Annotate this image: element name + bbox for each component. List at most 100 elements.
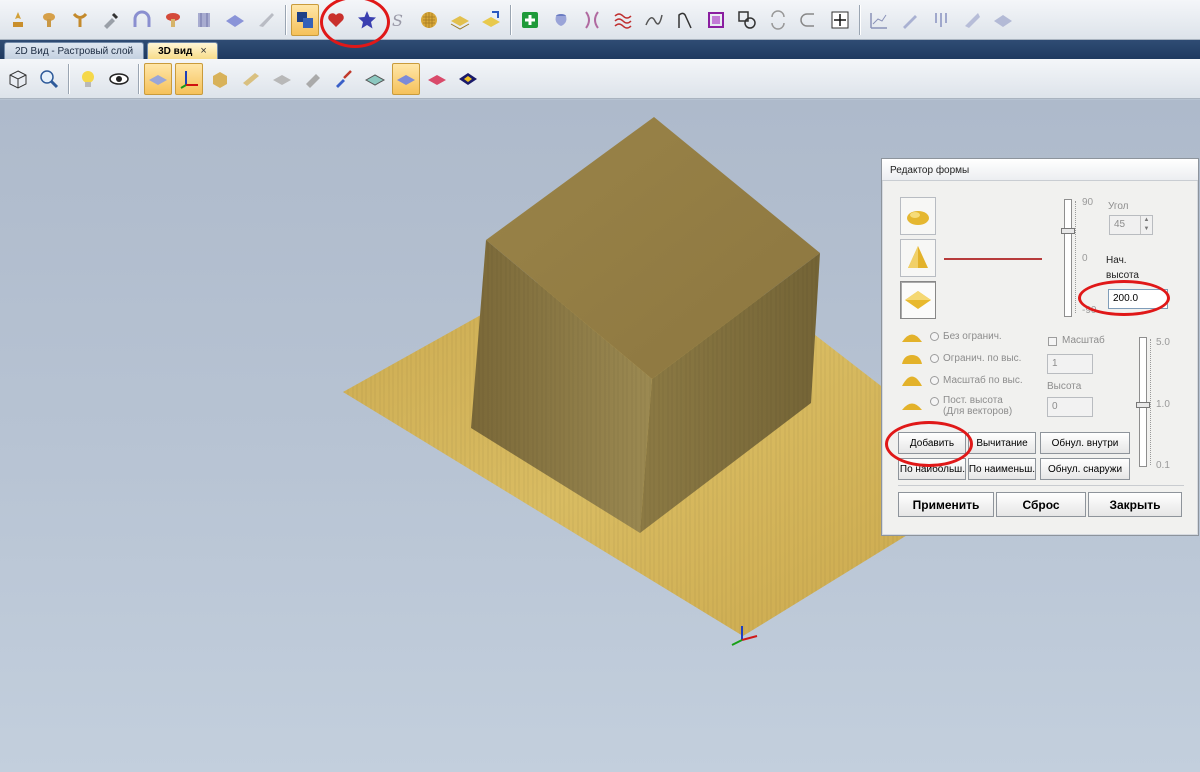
layer-export-icon[interactable]: [477, 4, 505, 36]
start-height-label: Нач.: [1106, 255, 1127, 266]
tab-3d-view[interactable]: 3D вид ×: [147, 42, 218, 59]
scale-input[interactable]: 1: [1047, 354, 1093, 374]
mushroom-icon[interactable]: [35, 4, 63, 36]
zero-outside-button[interactable]: Обнул. снаружи: [1040, 458, 1130, 480]
brush-tool-icon[interactable]: [97, 4, 125, 36]
rounded-rect-icon[interactable]: [795, 4, 823, 36]
scale-ticks: [1150, 339, 1154, 465]
close-button[interactable]: Закрыть: [1088, 492, 1182, 517]
radio-button[interactable]: [930, 397, 939, 406]
lathe-icon[interactable]: [547, 4, 575, 36]
toolbar-separator: [859, 4, 860, 35]
by-largest-button[interactable]: По наибольш.: [898, 458, 966, 480]
toolbar-separator: [68, 63, 69, 94]
pen-tool-icon[interactable]: [896, 4, 924, 36]
zero-inside-button[interactable]: Обнул. внутри: [1040, 432, 1130, 454]
light-bulb-icon[interactable]: [74, 63, 102, 95]
region-icon[interactable]: [702, 4, 730, 36]
branch-icon[interactable]: [66, 4, 94, 36]
radio-button[interactable]: [930, 331, 939, 341]
angle-slider-thumb[interactable]: [1061, 228, 1075, 234]
scale-mid-label: 1.0: [1156, 399, 1170, 410]
paint-icon[interactable]: [330, 63, 358, 95]
option-label: Без огранич.: [943, 330, 1002, 342]
view-toolbar: [0, 59, 1200, 99]
heat-map-icon[interactable]: [454, 63, 482, 95]
scale-bottom-label: 0.1: [1156, 460, 1170, 471]
wood-plank-icon[interactable]: [237, 63, 265, 95]
color-map-icon[interactable]: [423, 63, 451, 95]
emboss-icon[interactable]: [4, 4, 32, 36]
heart-shape-icon[interactable]: [322, 4, 350, 36]
layer-stack-icon[interactable]: [446, 4, 474, 36]
height-input[interactable]: 0: [1047, 397, 1093, 417]
option-constant-height[interactable]: Пост. высота (Для векторов): [900, 395, 1012, 421]
shape-editor-icon[interactable]: [291, 3, 319, 36]
scale-top-label: 5.0: [1156, 337, 1170, 348]
toolbar-separator: [285, 4, 286, 35]
dome-const-icon: [902, 403, 922, 410]
texture-icon[interactable]: [415, 4, 443, 36]
eye-icon[interactable]: [105, 63, 133, 95]
scale-checkbox[interactable]: [1048, 337, 1057, 346]
subtract-button[interactable]: Вычитание: [968, 432, 1036, 454]
option-limit-height[interactable]: Огранич. по выс.: [900, 349, 1021, 367]
sweep-icon[interactable]: [578, 4, 606, 36]
transform-icon[interactable]: [764, 4, 792, 36]
reset-button[interactable]: Сброс: [996, 492, 1086, 517]
scale-slider[interactable]: [1136, 337, 1150, 467]
knife-icon[interactable]: [252, 4, 280, 36]
shroom-red-icon[interactable]: [159, 4, 187, 36]
pyramid-shape-button[interactable]: [900, 239, 936, 277]
option-scale-height[interactable]: Масштаб по выс.: [900, 371, 1023, 389]
view-plane-icon[interactable]: [144, 62, 172, 95]
zoom-icon[interactable]: [35, 63, 63, 95]
height-label: Высота: [1047, 381, 1082, 392]
radio-button[interactable]: [930, 375, 939, 385]
dome-flat-icon: [902, 355, 922, 364]
s-curve-icon[interactable]: S: [384, 4, 412, 36]
smooth-icon[interactable]: [958, 4, 986, 36]
scale-slider-thumb[interactable]: [1136, 402, 1150, 408]
add-relief-icon[interactable]: [516, 4, 544, 36]
tab-label: 2D Вид - Растровый слой: [15, 45, 134, 57]
chisel-icon[interactable]: [299, 63, 327, 95]
wireframe-icon[interactable]: [361, 63, 389, 95]
node-edit-icon[interactable]: [733, 4, 761, 36]
angle-input[interactable]: 45 ▲ ▼: [1109, 215, 1153, 235]
star-icon[interactable]: [353, 4, 381, 36]
start-height-label-2: высота: [1106, 270, 1139, 281]
flat-shape-button[interactable]: [900, 281, 936, 319]
dome-tall-icon: [902, 376, 922, 386]
wave-icon[interactable]: [609, 4, 637, 36]
round-shape-button[interactable]: [900, 197, 936, 235]
close-icon[interactable]: ×: [200, 45, 206, 57]
toolbar-separator: [510, 4, 511, 35]
angle-slider[interactable]: [1061, 199, 1075, 317]
shaded-view-icon[interactable]: [392, 62, 420, 95]
curve-icon[interactable]: [640, 4, 668, 36]
extrude-icon[interactable]: [927, 4, 955, 36]
by-smallest-button[interactable]: По наименьш.: [968, 458, 1036, 480]
toolbar-separator: [138, 63, 139, 94]
start-height-input[interactable]: 200.0: [1108, 289, 1168, 309]
view-cube-icon[interactable]: [4, 63, 32, 95]
plane-icon[interactable]: [221, 4, 249, 36]
material-icon[interactable]: [268, 63, 296, 95]
option-no-limit[interactable]: Без огранич.: [900, 327, 1002, 345]
box-icon[interactable]: [206, 63, 234, 95]
chart-icon[interactable]: [865, 4, 893, 36]
apply-button[interactable]: Применить: [898, 492, 994, 517]
angle-label: Угол: [1108, 201, 1129, 212]
spinner-arrows-icon[interactable]: ▲ ▼: [1140, 216, 1152, 234]
columns-icon[interactable]: [190, 4, 218, 36]
tab-2d-view[interactable]: 2D Вид - Растровый слой: [4, 42, 145, 59]
fit-icon[interactable]: [826, 4, 854, 36]
axes-icon[interactable]: [175, 62, 203, 95]
arch-icon[interactable]: [128, 4, 156, 36]
profile-preview-line: [944, 258, 1042, 260]
profile-icon[interactable]: [671, 4, 699, 36]
add-button[interactable]: Добавить: [898, 432, 966, 454]
radio-button[interactable]: [930, 353, 939, 363]
plane-cut-icon[interactable]: [989, 4, 1017, 36]
